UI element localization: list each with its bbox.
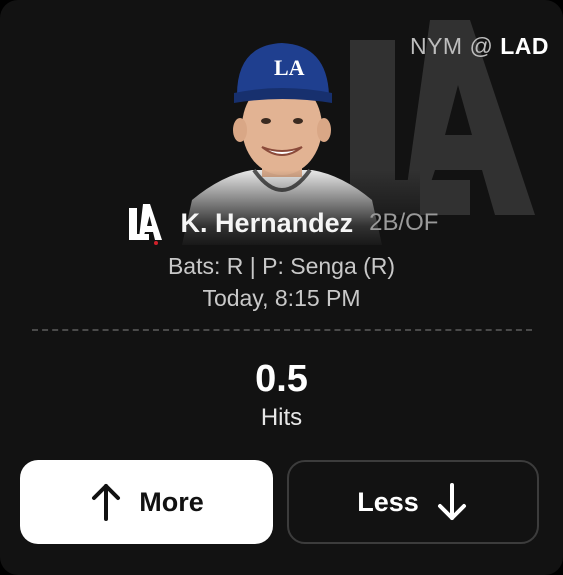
less-button-label: Less bbox=[357, 486, 419, 517]
less-button[interactable]: Less bbox=[287, 460, 539, 544]
player-name: K. Hernandez bbox=[180, 207, 354, 238]
more-button[interactable]: More bbox=[20, 460, 273, 544]
away-team: NYM bbox=[409, 33, 463, 59]
projection-card[interactable]: NYM @ LAD LA K. Hernandez 2B/OF Bats: R … bbox=[0, 0, 563, 575]
arrow-down-icon bbox=[437, 483, 466, 520]
matchup-label: NYM @ LAD bbox=[410, 33, 549, 60]
projection-stat: Hits bbox=[260, 404, 303, 431]
home-team: LAD bbox=[500, 33, 549, 59]
more-button-label: More bbox=[139, 486, 204, 517]
player-name-row: K. Hernandez 2B/OF bbox=[0, 200, 563, 246]
dashed-divider bbox=[32, 329, 532, 331]
arrow-up-icon bbox=[92, 484, 121, 521]
dodgers-la-logo-icon bbox=[128, 204, 162, 245]
player-position: 2B/OF bbox=[369, 209, 439, 236]
matchup-separator: @ bbox=[469, 33, 494, 59]
projection-value: 0.5 bbox=[255, 358, 308, 400]
bats-pitcher-line: Bats: R | P: Senga (R) bbox=[167, 253, 396, 279]
game-time: Today, 8:15 PM bbox=[202, 285, 361, 311]
svg-text:LA: LA bbox=[274, 55, 305, 80]
